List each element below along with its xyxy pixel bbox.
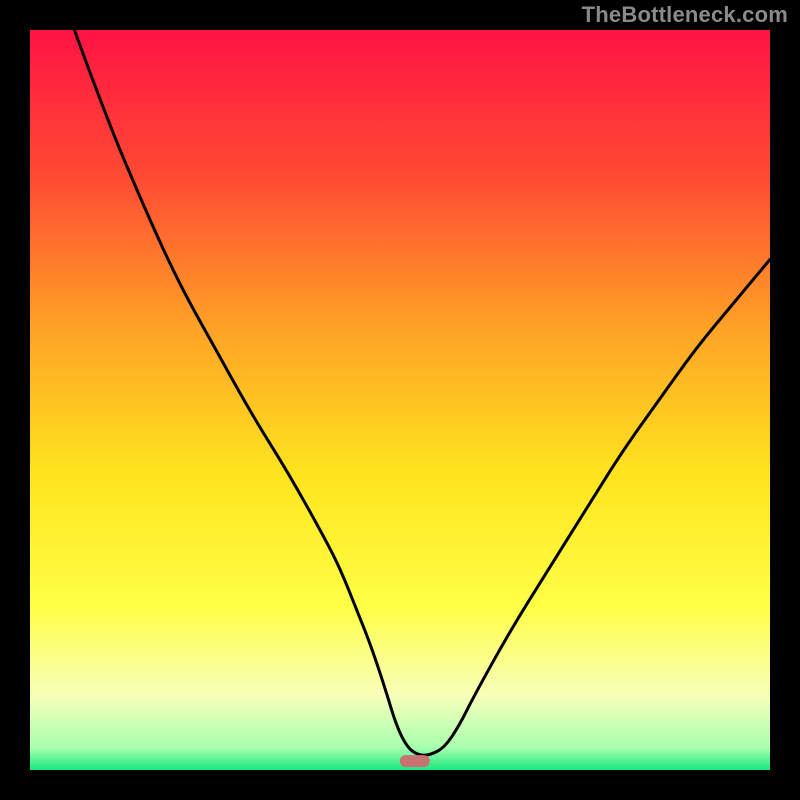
chart-frame: TheBottleneck.com <box>0 0 800 800</box>
bottleneck-chart <box>0 0 800 800</box>
watermark-text: TheBottleneck.com <box>582 2 788 28</box>
optimum-marker <box>400 755 430 767</box>
